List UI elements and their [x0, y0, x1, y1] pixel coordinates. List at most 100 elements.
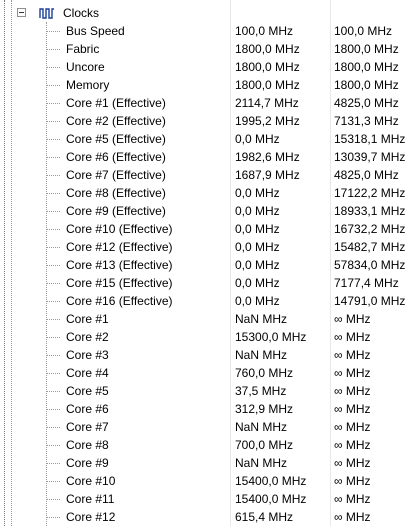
- sensor-max: 4825,0 MHz: [334, 168, 399, 182]
- sensor-row[interactable]: Core #10 15400,0 MHz ∞ MHz: [0, 472, 408, 490]
- sensor-max: 16732,2 MHz: [334, 222, 406, 236]
- tree-branch-line: [46, 301, 60, 302]
- tree-branch-line: [46, 283, 60, 284]
- sensor-row[interactable]: Core #13 (Effective) 0,0 MHz 57834,0 MHz: [0, 256, 408, 274]
- tree-branch-line: [46, 355, 60, 356]
- sensor-max: 1800,0 MHz: [334, 60, 399, 74]
- tree-branch-line: [46, 31, 60, 32]
- sensor-row[interactable]: Core #8 (Effective) 0,0 MHz 17122,2 MHz: [0, 184, 408, 202]
- sensor-name: Core #8: [66, 438, 109, 452]
- sensor-value: 700,0 MHz: [235, 438, 294, 452]
- sensor-name: Bus Speed: [66, 24, 125, 38]
- sensor-max: ∞ MHz: [334, 438, 371, 452]
- sensor-row[interactable]: Core #2 (Effective) 1995,2 MHz 7131,3 MHz: [0, 112, 408, 130]
- sensor-name: Core #16 (Effective): [66, 294, 173, 308]
- sensor-row[interactable]: Memory 1800,0 MHz 1800,0 MHz: [0, 76, 408, 94]
- sensor-row[interactable]: Core #7 NaN MHz ∞ MHz: [0, 418, 408, 436]
- sensor-row[interactable]: Core #15 (Effective) 0,0 MHz 7177,4 MHz: [0, 274, 408, 292]
- sensor-max: ∞ MHz: [334, 366, 371, 380]
- sensor-row[interactable]: Core #11 15400,0 MHz ∞ MHz: [0, 490, 408, 508]
- sensor-value: 0,0 MHz: [235, 204, 280, 218]
- sensor-row[interactable]: Core #2 15300,0 MHz ∞ MHz: [0, 328, 408, 346]
- sensor-max: 7131,3 MHz: [334, 114, 399, 128]
- sensor-name: Core #1 (Effective): [66, 96, 166, 110]
- sensor-name: Core #12: [66, 510, 116, 524]
- sensor-row[interactable]: Core #16 (Effective) 0,0 MHz 14791,0 MHz: [0, 292, 408, 310]
- sensor-value: 0,0 MHz: [235, 276, 280, 290]
- tree-branch-line: [46, 391, 60, 392]
- sensor-max: 13039,7 MHz: [334, 150, 406, 164]
- tree-branch-line: [46, 103, 60, 104]
- sensor-name: Core #7: [66, 420, 109, 434]
- sensor-value: NaN MHz: [235, 456, 288, 470]
- sensor-value: 0,0 MHz: [235, 186, 280, 200]
- sensor-max: 7177,4 MHz: [334, 276, 399, 290]
- sensor-row[interactable]: Core #12 615,4 MHz ∞ MHz: [0, 508, 408, 526]
- sensor-max: ∞ MHz: [334, 348, 371, 362]
- tree-branch-line: [46, 139, 60, 140]
- sensor-value: NaN MHz: [235, 312, 288, 326]
- sensor-row[interactable]: Core #12 (Effective) 0,0 MHz 15482,7 MHz: [0, 238, 408, 256]
- tree-branch-line: [46, 175, 60, 176]
- sensor-max: ∞ MHz: [334, 492, 371, 506]
- sensor-row[interactable]: Core #3 NaN MHz ∞ MHz: [0, 346, 408, 364]
- sensor-name: Core #13 (Effective): [66, 258, 173, 272]
- sensor-row[interactable]: Uncore 1800,0 MHz 1800,0 MHz: [0, 58, 408, 76]
- sensor-row[interactable]: Core #9 NaN MHz ∞ MHz: [0, 454, 408, 472]
- tree-branch-line: [46, 49, 60, 50]
- sensor-name: Uncore: [66, 60, 105, 74]
- sensor-max: 15318,1 MHz: [334, 132, 406, 146]
- sensor-name: Memory: [66, 78, 110, 92]
- sensor-value: 1995,2 MHz: [235, 114, 300, 128]
- tree-branch-line: [46, 409, 60, 410]
- tree-branch-line: [46, 67, 60, 68]
- tree-branch-line: [46, 373, 60, 374]
- sensor-row[interactable]: Core #4 760,0 MHz ∞ MHz: [0, 364, 408, 382]
- sensor-value: 1982,6 MHz: [235, 150, 300, 164]
- tree-branch-line: [46, 121, 60, 122]
- sensor-name: Core #5: [66, 384, 109, 398]
- sensor-max: ∞ MHz: [334, 312, 371, 326]
- sensor-row[interactable]: Core #8 700,0 MHz ∞ MHz: [0, 436, 408, 454]
- sensor-row[interactable]: Core #6 (Effective) 1982,6 MHz 13039,7 MHz: [0, 148, 408, 166]
- tree-branch-line: [46, 319, 60, 320]
- sensor-row[interactable]: Fabric 1800,0 MHz 1800,0 MHz: [0, 40, 408, 58]
- tree-branch-line: [46, 265, 60, 266]
- tree-branch-line: [46, 445, 60, 446]
- sensor-row[interactable]: Core #10 (Effective) 0,0 MHz 16732,2 MHz: [0, 220, 408, 238]
- tree-branch-line: [46, 337, 60, 338]
- sensor-value: NaN MHz: [235, 420, 288, 434]
- sensor-value: 2114,7 MHz: [235, 96, 299, 110]
- sensor-name: Core #2 (Effective): [66, 114, 166, 128]
- sensor-max: ∞ MHz: [334, 510, 371, 524]
- sensor-value: 0,0 MHz: [235, 240, 280, 254]
- sensor-row[interactable]: Core #6 312,9 MHz ∞ MHz: [0, 400, 408, 418]
- sensor-value: 15400,0 MHz: [235, 474, 307, 488]
- collapse-minus-icon[interactable]: [17, 8, 26, 17]
- sensor-row[interactable]: Core #5 37,5 MHz ∞ MHz: [0, 382, 408, 400]
- tree-branch-line: [46, 193, 60, 194]
- clock-waveform-icon: [39, 8, 54, 19]
- sensor-value: 0,0 MHz: [235, 294, 280, 308]
- sensor-max: 4825,0 MHz: [334, 96, 399, 110]
- sensor-row[interactable]: Bus Speed 100,0 MHz 100,0 MHz: [0, 22, 408, 40]
- sensor-row[interactable]: Core #1 NaN MHz ∞ MHz: [0, 310, 408, 328]
- sensor-name: Core #6: [66, 402, 109, 416]
- sensor-value: 100,0 MHz: [235, 24, 294, 38]
- sensor-value: 15300,0 MHz: [235, 330, 307, 344]
- sensor-value: 0,0 MHz: [235, 258, 280, 272]
- sensor-row[interactable]: Core #5 (Effective) 0,0 MHz 15318,1 MHz: [0, 130, 408, 148]
- sensor-name: Core #5 (Effective): [66, 132, 166, 146]
- sensor-max: 1800,0 MHz: [334, 78, 399, 92]
- sensor-row[interactable]: Core #9 (Effective) 0,0 MHz 18933,1 MHz: [0, 202, 408, 220]
- sensor-name: Core #9: [66, 456, 109, 470]
- sensor-row[interactable]: Core #1 (Effective) 2114,7 MHz 4825,0 MHz: [0, 94, 408, 112]
- sensor-value: 0,0 MHz: [235, 132, 280, 146]
- clocks-group-row[interactable]: Clocks: [0, 4, 408, 22]
- sensor-name: Core #7 (Effective): [66, 168, 166, 182]
- sensor-max: ∞ MHz: [334, 384, 371, 398]
- sensor-max: 100,0 MHz: [334, 24, 393, 38]
- sensor-max: 18933,1 MHz: [334, 204, 406, 218]
- sensor-name: Core #6 (Effective): [66, 150, 166, 164]
- sensor-row[interactable]: Core #7 (Effective) 1687,9 MHz 4825,0 MHz: [0, 166, 408, 184]
